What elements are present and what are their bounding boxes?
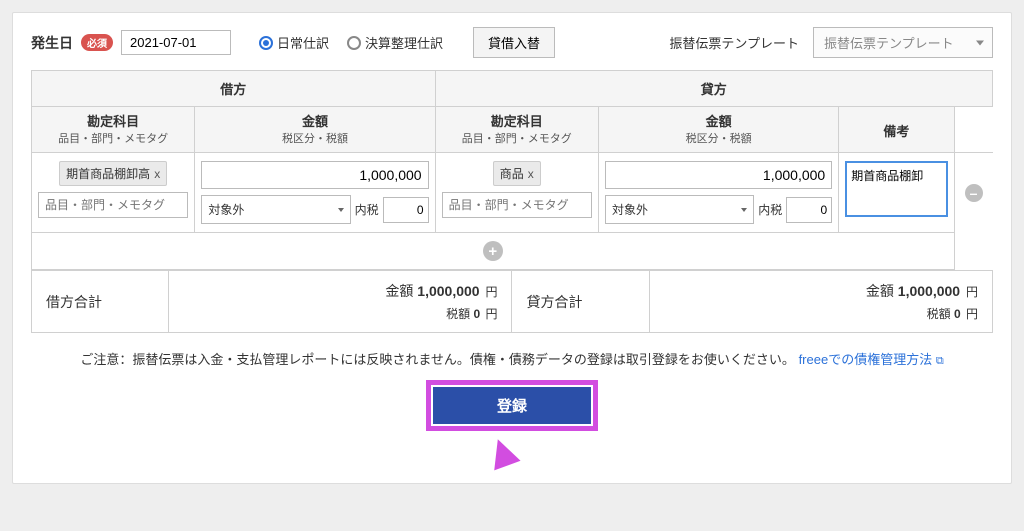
template-select-placeholder: 振替伝票テンプレート — [824, 36, 954, 51]
radio-daily-label: 日常仕訳 — [277, 33, 329, 52]
credit-tag-input[interactable] — [442, 192, 592, 218]
journal-row: 期首商品棚卸高 x 対象外 内税 商品 x — [32, 153, 993, 233]
remarks-textarea[interactable] — [845, 161, 947, 217]
debit-account-chip[interactable]: 期首商品棚卸高 x — [59, 161, 167, 186]
debit-tax-incl-label: 内税 — [355, 201, 379, 218]
register-button[interactable]: 登録 — [433, 387, 591, 424]
remarks-cell — [839, 153, 954, 233]
register-area: 登録 — [31, 380, 993, 463]
required-badge: 必須 — [81, 34, 113, 51]
credit-header: 貸方 — [435, 71, 992, 107]
debit-amount-header: 金額 税区分・税額 — [195, 107, 435, 153]
add-row-button[interactable]: + — [483, 241, 503, 261]
credit-total-value: 金額 1,000,000 円 税額 0 円 — [649, 271, 992, 333]
register-highlight: 登録 — [426, 380, 598, 431]
radio-checked-icon — [259, 36, 273, 50]
credit-amount-input[interactable] — [605, 161, 832, 189]
credit-tax-amount-input[interactable] — [786, 197, 832, 223]
debit-amount-cell: 対象外 内税 — [195, 153, 435, 233]
delete-cell: – — [954, 153, 992, 233]
debit-tax-amount-input[interactable] — [383, 197, 429, 223]
credit-amount-cell: 対象外 内税 — [598, 153, 838, 233]
swap-button[interactable]: 貸借入替 — [473, 27, 555, 58]
credit-account-cell: 商品 x — [435, 153, 598, 233]
debit-total-label: 借方合計 — [32, 271, 169, 333]
date-input[interactable] — [121, 30, 231, 55]
totals-table: 借方合計 金額 1,000,000 円 税額 0 円 貸方合計 金額 1,000… — [31, 270, 993, 333]
date-label: 発生日 — [31, 33, 73, 53]
credit-account-chip[interactable]: 商品 x — [493, 161, 541, 186]
debit-tax-class-select[interactable]: 対象外 — [201, 195, 350, 224]
top-bar: 発生日 必須 日常仕訳 決算整理仕訳 貸借入替 振替伝票テンプレート 振替伝票テ… — [31, 27, 993, 58]
journal-table: 借方 貸方 勘定科目 品目・部門・メモタグ 金額 税区分・税額 勘定科目 品目・… — [31, 70, 993, 270]
remarks-header: 備考 — [839, 107, 954, 153]
credit-tax-incl-label: 内税 — [758, 201, 782, 218]
journal-panel: 発生日 必須 日常仕訳 決算整理仕訳 貸借入替 振替伝票テンプレート 振替伝票テ… — [12, 12, 1012, 484]
credit-total-label: 貸方合計 — [512, 271, 649, 333]
radio-closing[interactable]: 決算整理仕訳 — [347, 33, 443, 52]
debit-amount-input[interactable] — [201, 161, 428, 189]
debit-header: 借方 — [32, 71, 436, 107]
chip-remove-icon[interactable]: x — [528, 167, 534, 181]
external-link-icon: ⧉ — [936, 355, 944, 367]
add-row: + — [32, 233, 993, 270]
entry-type-radio-group: 日常仕訳 決算整理仕訳 — [259, 33, 443, 52]
template-select[interactable]: 振替伝票テンプレート — [813, 27, 993, 58]
debit-account-cell: 期首商品棚卸高 x — [32, 153, 195, 233]
chip-remove-icon[interactable]: x — [154, 167, 160, 181]
delete-row-button[interactable]: – — [965, 184, 983, 202]
debit-tag-input[interactable] — [38, 192, 188, 218]
credit-account-header: 勘定科目 品目・部門・メモタグ — [435, 107, 598, 153]
radio-unchecked-icon — [347, 36, 361, 50]
debit-account-header: 勘定科目 品目・部門・メモタグ — [32, 107, 195, 153]
credit-tax-class-select[interactable]: 対象外 — [605, 195, 754, 224]
help-link[interactable]: freeeでの債権管理方法 ⧉ — [799, 352, 944, 367]
template-label: 振替伝票テンプレート — [669, 33, 799, 52]
pointer-arrow-icon — [485, 434, 521, 470]
credit-amount-header: 金額 税区分・税額 — [598, 107, 838, 153]
footer-note: ご注意：振替伝票は入金・支払管理レポートには反映されません。債権・債務データの登… — [31, 349, 993, 368]
debit-total-value: 金額 1,000,000 円 税額 0 円 — [169, 271, 512, 333]
radio-closing-label: 決算整理仕訳 — [365, 33, 443, 52]
radio-daily[interactable]: 日常仕訳 — [259, 33, 329, 52]
